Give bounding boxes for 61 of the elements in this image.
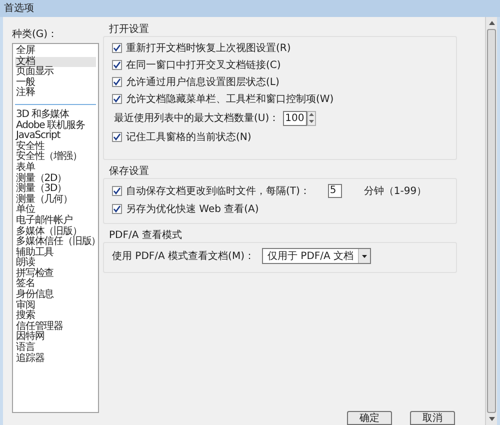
dialog-button[interactable]: 确定 xyxy=(347,411,392,425)
category-item[interactable]: 拼写检查 xyxy=(15,268,96,280)
option-label: 允许通过用户信息设置图层状态(L) xyxy=(126,76,280,90)
category-item[interactable]: 多媒体（旧版） xyxy=(15,226,96,238)
category-item[interactable]: JavaScript xyxy=(15,131,96,142)
dialog-button[interactable]: 取消 xyxy=(410,411,455,425)
option-label: 在同一窗口中打开交叉文档链接(C) xyxy=(126,58,281,72)
mode-dropdown[interactable]: 仅用于 PDF/A 文档 xyxy=(262,248,371,264)
range-label: 分钟（1-99） xyxy=(364,184,427,198)
checkbox[interactable] xyxy=(112,60,122,70)
category-item[interactable]: 多媒体信任（旧版） xyxy=(15,237,96,248)
checkbox[interactable] xyxy=(112,94,122,104)
category-item[interactable]: 语言 xyxy=(15,343,96,354)
category-item[interactable]: 身份信息 xyxy=(15,290,96,301)
category-item[interactable]: 追踪器 xyxy=(15,354,96,364)
minutes-field[interactable]: 5 xyxy=(328,184,342,198)
category-label: 种类(G)： xyxy=(12,28,59,41)
option-label: 最近使用列表中的最大文档数量(U)： xyxy=(114,112,280,126)
checkbox[interactable] xyxy=(112,132,122,142)
checkbox[interactable] xyxy=(112,77,122,87)
option-label: 另存为优化快速 Web 查看(A) xyxy=(126,202,259,216)
category-item[interactable]: 安全性（增强） xyxy=(15,152,96,163)
category-item[interactable]: 电子邮件帐户 xyxy=(15,216,96,226)
category-item[interactable]: 测量（3D） xyxy=(15,184,96,195)
category-item[interactable]: 单位 xyxy=(15,205,96,216)
checkmark-icon xyxy=(113,205,121,213)
category-item[interactable]: 注释 xyxy=(15,88,96,99)
category-item[interactable]: 3D 和多媒体 xyxy=(15,110,96,121)
category-item[interactable]: 页面显示 xyxy=(15,67,96,78)
checkmark-icon xyxy=(113,133,121,141)
checkbox[interactable] xyxy=(112,204,122,214)
category-item[interactable]: 朗读 xyxy=(15,258,96,269)
scroll-up-icon[interactable] xyxy=(488,21,494,25)
category-item[interactable]: 签名 xyxy=(15,279,96,290)
option-label: 记住工具窗格的当前状态(N) xyxy=(126,130,252,144)
section-title: 保存设置 xyxy=(108,164,150,178)
checkmark-icon xyxy=(113,95,121,103)
option-label: 使用 PDF/A 模式查看文档(M)： xyxy=(112,250,254,264)
category-item[interactable]: 测量（几何） xyxy=(15,194,96,206)
section-title: PDF/A 查看模式 xyxy=(108,228,183,242)
category-item[interactable]: 表单 xyxy=(15,162,96,174)
scrollbar[interactable] xyxy=(485,17,497,425)
option-label: 重新打开文档时恢复上次视图设置(R) xyxy=(126,42,291,56)
checkbox[interactable] xyxy=(112,186,122,196)
checkmark-icon xyxy=(113,78,121,86)
window-title: 首选项 xyxy=(4,2,34,16)
checkmark-icon xyxy=(113,44,121,52)
checkmark-icon xyxy=(113,61,121,69)
option-label: 自动保存文档更改到临时文件，每隔(T)： xyxy=(126,184,310,198)
option-label: 允许文档隐藏菜单栏、工具栏和窗口控制项(W) xyxy=(126,92,334,106)
category-item[interactable]: 搜索 xyxy=(15,311,96,322)
count-field[interactable]: 100 xyxy=(283,110,308,126)
checkbox[interactable] xyxy=(112,43,122,53)
category-item[interactable]: Adobe 联机服务 xyxy=(15,120,96,132)
category-item[interactable]: 文档 xyxy=(15,56,96,68)
checkmark-icon xyxy=(113,187,121,195)
caret-icon xyxy=(362,254,367,258)
spin-buttons[interactable] xyxy=(307,110,316,126)
section-title: 打开设置 xyxy=(108,22,150,36)
category-item[interactable]: 全屏 xyxy=(15,46,96,57)
scroll-down-icon[interactable] xyxy=(488,417,494,421)
